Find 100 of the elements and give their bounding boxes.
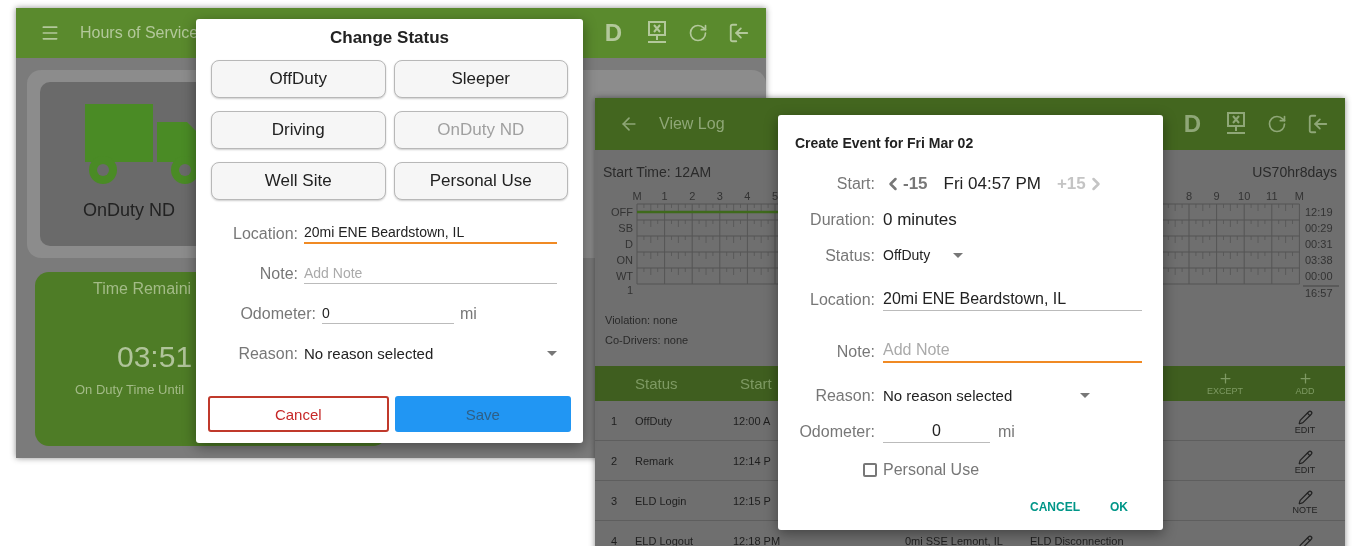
status-button[interactable]: Well Site: [211, 162, 386, 200]
row-label: OFF: [611, 206, 633, 218]
unit-label: mi: [460, 305, 477, 323]
network-error-icon[interactable]: [646, 21, 668, 45]
logout-icon[interactable]: [1307, 113, 1329, 135]
hour-label: 9: [1213, 190, 1220, 202]
network-error-icon[interactable]: [1225, 112, 1247, 136]
dropdown[interactable]: No reason selected: [304, 344, 557, 364]
plus-icon: [1297, 371, 1313, 386]
edit-button[interactable]: EDIT: [1265, 446, 1345, 475]
table-cell-text: 0mi SSE Lemont, IL: [905, 534, 1004, 546]
unit-label: mi: [998, 423, 1015, 441]
toolbar-letter[interactable]: D: [1183, 110, 1201, 138]
violation-text: Violation: none: [605, 314, 679, 326]
pencil-icon: [1297, 410, 1313, 425]
note-field[interactable]: Add Note: [883, 341, 1142, 363]
ruleset: US70hr8days: [1252, 164, 1337, 180]
field-label: Duration:: [809, 211, 875, 229]
table-cell-text: 3: [610, 494, 619, 507]
caret-icon: [953, 252, 963, 258]
menu-icon[interactable]: [40, 23, 60, 43]
refresh-icon[interactable]: [688, 23, 708, 43]
field-label: Odometer:: [239, 305, 316, 323]
edit-button[interactable]: NOTE: [1265, 486, 1345, 515]
except-button[interactable]: EXCEPT: [1185, 371, 1265, 396]
table-cell-text: ELD Logout: [635, 534, 695, 546]
table-cell-text: 12:00 A: [733, 414, 772, 427]
column-header: Start: [740, 375, 773, 392]
start-time: Fri 04:57 PM: [943, 174, 1041, 194]
column-header: Status: [635, 375, 679, 392]
hour-label: 1: [661, 190, 668, 202]
field-label: Odometer:: [798, 423, 875, 441]
hour-label: M: [1294, 190, 1304, 202]
table-cell-text: 1: [610, 414, 619, 427]
edit-button[interactable]: EDIT: [1265, 406, 1345, 435]
odometer-field[interactable]: 0: [883, 421, 990, 443]
field-label: Note:: [258, 265, 298, 283]
refresh-icon[interactable]: [1267, 114, 1287, 134]
dialog-title: Create Event for Fri Mar 02: [794, 134, 975, 153]
hour-label: M: [632, 190, 642, 202]
row-total: 00:00: [1305, 270, 1333, 282]
hour-label: 10: [1238, 190, 1251, 202]
footer-label: 1: [626, 284, 633, 296]
status-text: OnDuty ND: [83, 200, 177, 221]
status-button[interactable]: Personal Use: [393, 162, 568, 200]
dropdown[interactable]: OffDuty: [883, 247, 963, 265]
status-button[interactable]: Sleeper: [393, 60, 568, 98]
pencil-icon: [1297, 450, 1313, 465]
hour-label: 11: [1266, 190, 1278, 202]
location-field[interactable]: 20mi ENE Beardstown, IL: [304, 224, 557, 244]
row-label: ON: [616, 254, 633, 266]
row-total: 03:38: [1305, 254, 1333, 266]
table-cell-text: 12:18 PM: [733, 534, 782, 546]
row-label: D: [625, 238, 633, 250]
hour-label: 2: [689, 190, 696, 202]
note-field[interactable]: Add Note: [304, 264, 557, 284]
table-cell-text: 12:14 P: [733, 454, 772, 467]
pencil-icon: [1297, 535, 1313, 546]
caret-icon: [1080, 392, 1090, 398]
checkbox-label: Personal Use: [883, 461, 980, 479]
dropdown[interactable]: No reason selected: [883, 386, 1090, 406]
row-total: 12:19: [1305, 206, 1333, 218]
row-total: 00:31: [1305, 238, 1333, 250]
field-label: Location:: [809, 291, 875, 309]
grand-total: 16:57: [1305, 287, 1333, 299]
toolbar-title: Hours of Service: [80, 24, 199, 42]
field-label: Note:: [835, 343, 875, 361]
field-label: Reason:: [237, 345, 298, 363]
table-cell-text: ELD Disconnection: [1030, 534, 1125, 546]
start-time: Start Time: 12AM: [603, 164, 712, 180]
field-label: Start:: [835, 175, 875, 193]
row-total: 00:29: [1305, 222, 1333, 234]
pencil-icon: [1297, 490, 1313, 505]
text-button[interactable]: CANCEL: [1026, 496, 1084, 518]
status-button[interactable]: Driving: [211, 111, 386, 149]
add-button[interactable]: ADD: [1265, 371, 1345, 396]
table-cell-text: 2: [610, 454, 619, 467]
hour-label: 8: [1185, 190, 1193, 202]
hour-label: 4: [744, 190, 751, 202]
table-cell-text: ELD Login: [635, 494, 688, 507]
odometer-field[interactable]: 0: [322, 304, 454, 324]
time-caption: On Duty Time Until: [75, 382, 185, 397]
row-label: WT: [615, 270, 633, 282]
field-label: Location:: [232, 225, 298, 243]
text-button[interactable]: OK: [1106, 496, 1132, 518]
row-label: SB: [618, 222, 633, 234]
table-cell-text: Remark: [635, 454, 675, 467]
plus-icon: [1217, 371, 1233, 386]
co-drivers-text: Co-Drivers: none: [605, 334, 690, 346]
caret-icon: [547, 350, 557, 356]
location-field[interactable]: 20mi ENE Beardstown, IL: [883, 289, 1142, 311]
status-button[interactable]: OffDuty: [211, 60, 386, 98]
hour-label: 3: [716, 190, 723, 202]
personal-use-checkbox[interactable]: Personal Use: [778, 450, 1146, 490]
minus-button[interactable]: -15: [883, 174, 928, 194]
checkbox[interactable]: [863, 463, 877, 477]
cancel-button[interactable]: Cancel: [208, 396, 389, 432]
logout-icon[interactable]: [728, 22, 750, 44]
field-label: Status:: [824, 247, 875, 265]
table-cell-text: 12:15 P: [733, 494, 772, 507]
